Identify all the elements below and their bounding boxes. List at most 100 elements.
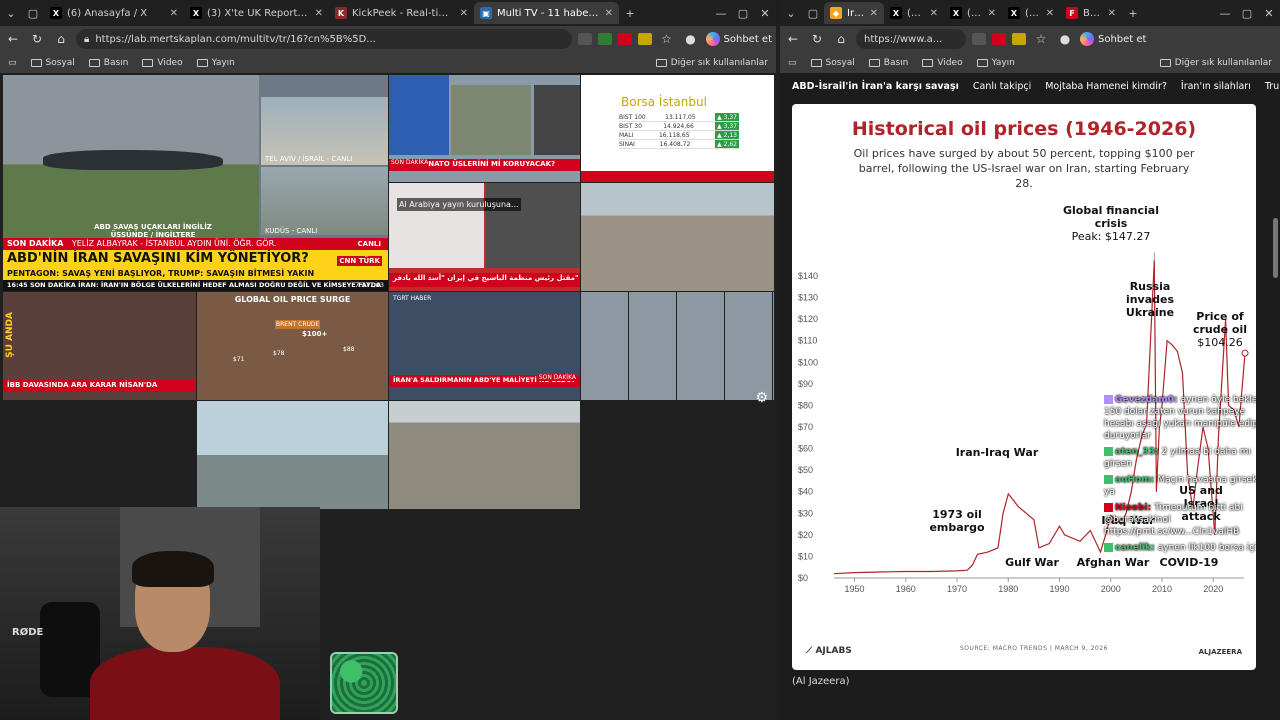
tv-feed-webcams[interactable] <box>581 292 774 400</box>
oil-surge-value: $71 <box>233 356 245 363</box>
bookmark-folder[interactable]: Basın <box>88 57 129 68</box>
tab-aljazeera[interactable]: ◆ İran sa ✕ <box>824 2 884 24</box>
close-icon[interactable]: ✕ <box>1046 8 1054 19</box>
bookmark-folder[interactable]: Video <box>142 58 183 68</box>
tab-actions-icon[interactable]: ⌄ <box>0 7 22 20</box>
close-icon[interactable]: ✕ <box>988 8 996 19</box>
close-icon[interactable]: ✕ <box>870 8 878 19</box>
bookmark-manager-icon[interactable]: ▭ <box>8 58 17 68</box>
bookmark-folder[interactable]: Yayın <box>196 58 235 68</box>
live-badge: CANLI <box>354 240 384 248</box>
copilot-button[interactable]: Sohbet et <box>1080 32 1146 46</box>
subnav-link[interactable]: İran'ın silahları <box>1181 81 1251 92</box>
bookmark-folder[interactable]: Sosyal <box>30 58 75 68</box>
minimize-icon[interactable]: — <box>1214 7 1236 20</box>
extension-icon[interactable] <box>637 33 652 45</box>
other-bookmarks[interactable]: Diğer sık kullanılanlar <box>1159 58 1272 68</box>
close-icon[interactable]: ✕ <box>1108 8 1116 19</box>
tv-feed-airbase[interactable]: TEL AVIV / İSRAİL - CANLI KUDÜS - CANLI … <box>3 75 388 238</box>
bookmark-folder[interactable]: Yayın <box>976 58 1015 68</box>
tab-bugun[interactable]: F Bugün ✕ <box>1060 2 1122 24</box>
tab-kickpeek[interactable]: K KickPeek - Real-time URL Craw... ✕ <box>329 2 474 24</box>
bookmark-folder[interactable]: Sosyal <box>810 58 855 68</box>
minimize-icon[interactable]: — <box>710 7 732 20</box>
y-tick-label: $80 <box>798 400 813 410</box>
new-tab-icon[interactable]: + <box>619 7 641 20</box>
tab-title: (6) Anasayfa / X <box>67 7 148 19</box>
close-icon[interactable]: ✕ <box>170 8 178 19</box>
close-icon[interactable]: ✕ <box>315 8 323 19</box>
subnav-link[interactable]: ABD-İsrail'in İran'a karşı savaşı <box>792 81 959 92</box>
tv-feed-studio[interactable]: PATRİOT NATO ÜSLERİNİ Mİ KORUYACAK? SON … <box>389 75 580 182</box>
x-tick-label: 2000 <box>1101 584 1121 594</box>
favorites-icon[interactable]: ☆ <box>1032 32 1050 46</box>
address-bar[interactable]: 🔒︎ https://lab.mertskaplan.com/multitv/t… <box>76 29 572 49</box>
tv-feed-tgrt[interactable]: TGRT HABER İRAN'A SALDIRMANIN ABD'YE MAL… <box>389 292 580 400</box>
extension-icon[interactable] <box>992 33 1006 45</box>
extension-icon[interactable] <box>617 33 632 45</box>
tv-feed-skyline[interactable] <box>581 183 774 291</box>
address-bar[interactable]: https://www.a... <box>856 29 966 49</box>
bookmark-manager-icon[interactable]: ▭ <box>788 58 797 68</box>
annotation-detail: Peak: $147.27 <box>1071 230 1151 243</box>
bookmark-folder[interactable]: Basın <box>868 58 908 68</box>
back-icon[interactable]: ← <box>4 32 22 46</box>
annotation-label: Afghan War <box>1076 556 1150 569</box>
tab-x[interactable]: X (3) X P ✕ <box>884 2 944 24</box>
copilot-button[interactable]: Sohbet et <box>705 32 772 46</box>
tab-x[interactable]: X (3) An ✕ <box>944 2 1002 24</box>
annotation-detail: $104.26 <box>1197 336 1243 349</box>
tv-feed-city-view[interactable] <box>389 401 580 509</box>
window-close-icon[interactable]: ✕ <box>1258 7 1280 20</box>
tv-feed-al-arabiya[interactable]: Al Arabiya yayın kuruluşuna... مقتل رئيس… <box>389 183 580 291</box>
borsa-index-value: 16.118,65 <box>658 132 690 139</box>
scrollbar[interactable] <box>1273 218 1278 278</box>
tab-actions-icon[interactable]: ⌄ <box>780 7 802 20</box>
favorites-icon[interactable]: ☆ <box>658 32 676 46</box>
tv-feed-city-cams[interactable] <box>197 401 388 509</box>
tv-feed-interview[interactable]: ŞU ANDA İBB DAVASINDA ARA KARAR NİSAN'DA <box>3 292 196 400</box>
maximize-icon[interactable]: ▢ <box>1236 7 1258 20</box>
subnav-link[interactable]: Trump'ın İran'da <box>1265 81 1280 92</box>
workspaces-icon[interactable]: ▢ <box>22 7 44 20</box>
workspaces-icon[interactable]: ▢ <box>802 7 824 20</box>
borsa-row: SINAI 16.408,72 ▲ 2,62 <box>619 140 739 149</box>
folder-icon <box>30 58 42 67</box>
maximize-icon[interactable]: ▢ <box>732 7 754 20</box>
bookmark-label: Basın <box>103 57 129 68</box>
other-bookmarks[interactable]: Diğer sık kullanılanlar <box>655 58 768 68</box>
channel-logo: TGRT HABER <box>393 295 432 302</box>
tv-feed-oil-surge[interactable]: GLOBAL OIL PRICE SURGE BRENT CRUDE $100+… <box>197 292 388 400</box>
profile-avatar[interactable]: ● <box>1056 32 1074 46</box>
profile-avatar[interactable]: ● <box>682 32 700 46</box>
tab-x-uk-report[interactable]: X (3) X'te UK Report: "mısır... ✕ <box>184 2 329 24</box>
tv-feed-cnn-turk[interactable]: SON DAKİKA YELİZ ALBAYRAK - İSTANBUL AYD… <box>3 238 388 291</box>
new-tab-icon[interactable]: + <box>1122 7 1144 20</box>
borsa-row: BIST 30 14.924,66 ▲ 3,37 <box>619 122 739 131</box>
cnn-turk-logo: CNN TÜRK <box>337 256 382 266</box>
close-icon[interactable]: ✕ <box>605 8 613 19</box>
extension-icon[interactable] <box>577 33 592 45</box>
extension-icon[interactable] <box>597 33 612 45</box>
extension-icon[interactable] <box>1012 33 1026 45</box>
window-close-icon[interactable]: ✕ <box>754 7 776 20</box>
refresh-icon[interactable]: ↻ <box>28 32 46 46</box>
tv-feed-borsa[interactable]: Borsa İstanbul BIST 100 13.117,05 ▲ 3,37 BI… <box>581 75 774 182</box>
chat-message: Gevezdam0: aynen öyle bekleni 150 dolar … <box>1104 394 1256 442</box>
bookmark-folder[interactable]: Video <box>922 58 963 68</box>
subnav-link[interactable]: Canlı takipçi <box>973 81 1031 92</box>
refresh-icon[interactable]: ↻ <box>808 32 826 46</box>
copilot-icon <box>705 32 720 46</box>
settings-gear-icon[interactable]: ⚙ <box>755 390 768 406</box>
tab-x[interactable]: X (3) An ✕ <box>1002 2 1060 24</box>
y-tick-label: $0 <box>798 573 808 583</box>
extension-icon[interactable] <box>972 33 986 45</box>
subnav-link[interactable]: Mojtaba Hamenei kimdir? <box>1045 81 1167 92</box>
close-icon[interactable]: ✕ <box>930 8 938 19</box>
home-icon[interactable]: ⌂ <box>832 32 850 46</box>
home-icon[interactable]: ⌂ <box>52 32 70 46</box>
tab-multitv[interactable]: ▣ Multi TV - 11 haber kanalını aynı... ✕ <box>474 2 619 24</box>
back-icon[interactable]: ← <box>784 32 802 46</box>
close-icon[interactable]: ✕ <box>460 8 468 19</box>
tab-x-home[interactable]: X (6) Anasayfa / X ✕ <box>44 2 184 24</box>
